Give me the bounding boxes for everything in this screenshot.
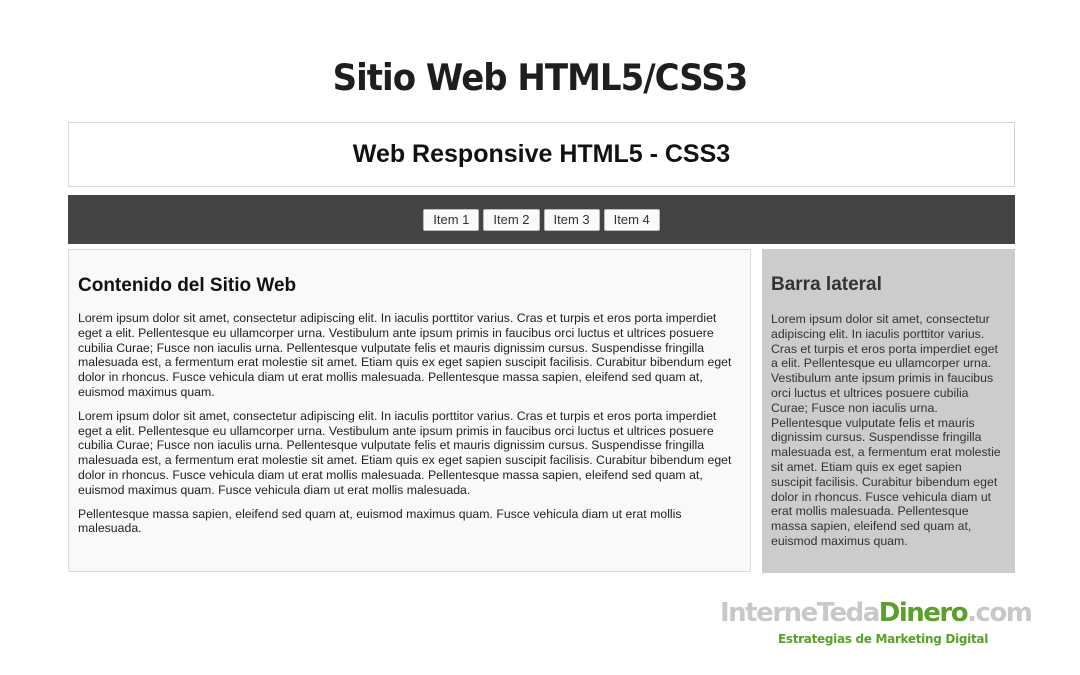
nav-item-1[interactable]: Item 1: [423, 208, 480, 231]
logo-tagline: Estrategias de Marketing Digital: [778, 632, 989, 646]
logo-wordmark: InterneTedaDinero.com: [720, 598, 1033, 628]
main-content: Contenido del Sitio Web Lorem ipsum dolo…: [68, 249, 751, 572]
sidebar: Barra lateral Lorem ipsum dolor sit amet…: [762, 249, 1015, 573]
site-logo: InterneTedaDinero.com Estrategias de Mar…: [720, 598, 1033, 650]
nav-item-3[interactable]: Item 3: [543, 208, 600, 231]
header-title: Web Responsive HTML5 - CSS3: [352, 140, 731, 168]
sidebar-text: Lorem ipsum dolor sit amet, consectetur …: [771, 312, 1001, 548]
logo-part-3: .com: [967, 598, 1033, 628]
page-title: Sitio Web HTML5/CSS3: [332, 56, 749, 100]
main-heading: Contenido del Sitio Web: [78, 275, 297, 296]
logo-part-1: InterneTeda: [720, 598, 880, 628]
site-header: Web Responsive HTML5 - CSS3: [68, 122, 1015, 187]
nav-item-2[interactable]: Item 2: [483, 208, 540, 231]
logo-part-2: Dinero: [878, 598, 969, 628]
main-paragraph-3: Pellentesque massa sapien, eleifend sed …: [78, 506, 682, 536]
main-paragraph-2: Lorem ipsum dolor sit amet, consectetur …: [78, 408, 732, 497]
main-paragraph-1: Lorem ipsum dolor sit amet, consectetur …: [78, 311, 732, 399]
main-nav: Item 1 Item 2 Item 3 Item 4: [68, 195, 1015, 244]
sidebar-heading: Barra lateral: [771, 274, 882, 295]
nav-item-4[interactable]: Item 4: [603, 208, 660, 231]
